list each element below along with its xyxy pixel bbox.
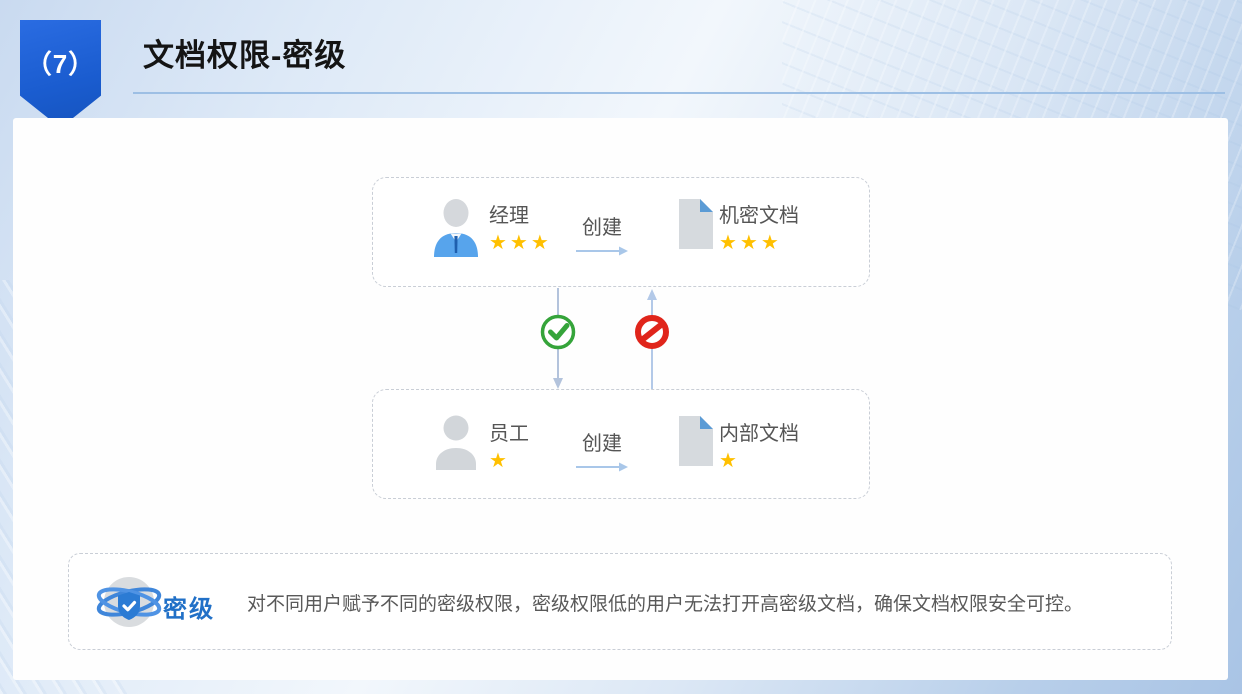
create-label-top: 创建 [582,211,622,240]
slide-number-label: （7） [26,49,95,79]
internal-doc-icon [679,416,713,471]
confidential-doc-label: 机密文档 [719,205,799,228]
create-action-top: 创建 [572,211,632,257]
manager-meta: 经理 ★★★ [489,205,552,254]
check-circle-down-arrow-icon [538,288,578,390]
page-title: 文档权限-密级 [143,30,346,75]
security-level-label: 密级 [163,589,215,624]
right-arrow-icon [576,461,628,473]
slide-number-badge: （7） [20,20,101,128]
internal-doc-meta: 内部文档 ★ [719,423,799,472]
confidential-doc-icon [679,199,713,254]
employee-label: 员工 [489,423,529,446]
create-action-bottom: 创建 [572,427,632,473]
prohibition-up-arrow-icon [632,288,672,390]
employee-stars: ★ [489,450,529,472]
security-level-description: 对不同用户赋予不同的密级权限，密级权限低的用户无法打开高密级文档，确保文档权限安… [247,593,1147,618]
presentation-slide: （7） 文档权限-密级 经理 ★★★ 创建 [0,0,1242,694]
title-divider-line [133,92,1225,94]
create-label-bottom: 创建 [582,427,622,456]
internal-doc-stars: ★ [719,450,799,472]
content-panel: 经理 ★★★ 创建 机密文档 ★★★ [13,118,1228,680]
allow-connector [538,288,578,390]
right-arrow-icon [576,245,628,257]
manager-flow-box: 经理 ★★★ 创建 机密文档 ★★★ [372,177,870,287]
employee-flow-box: 员工 ★ 创建 内部文档 ★ [372,389,870,499]
internal-doc-label: 内部文档 [719,423,799,446]
manager-stars: ★★★ [489,232,552,254]
manager-label: 经理 [489,205,552,228]
security-level-info-box: 密级 对不同用户赋予不同的密级权限，密级权限低的用户无法打开高密级文档，确保文档… [68,553,1172,650]
confidential-doc-stars: ★★★ [719,232,799,254]
employee-avatar-icon [431,415,481,475]
manager-avatar-icon [431,199,481,262]
globe-orbit-shield-icon [95,570,163,639]
deny-connector [632,288,672,390]
confidential-doc-meta: 机密文档 ★★★ [719,205,799,254]
employee-meta: 员工 ★ [489,423,529,472]
